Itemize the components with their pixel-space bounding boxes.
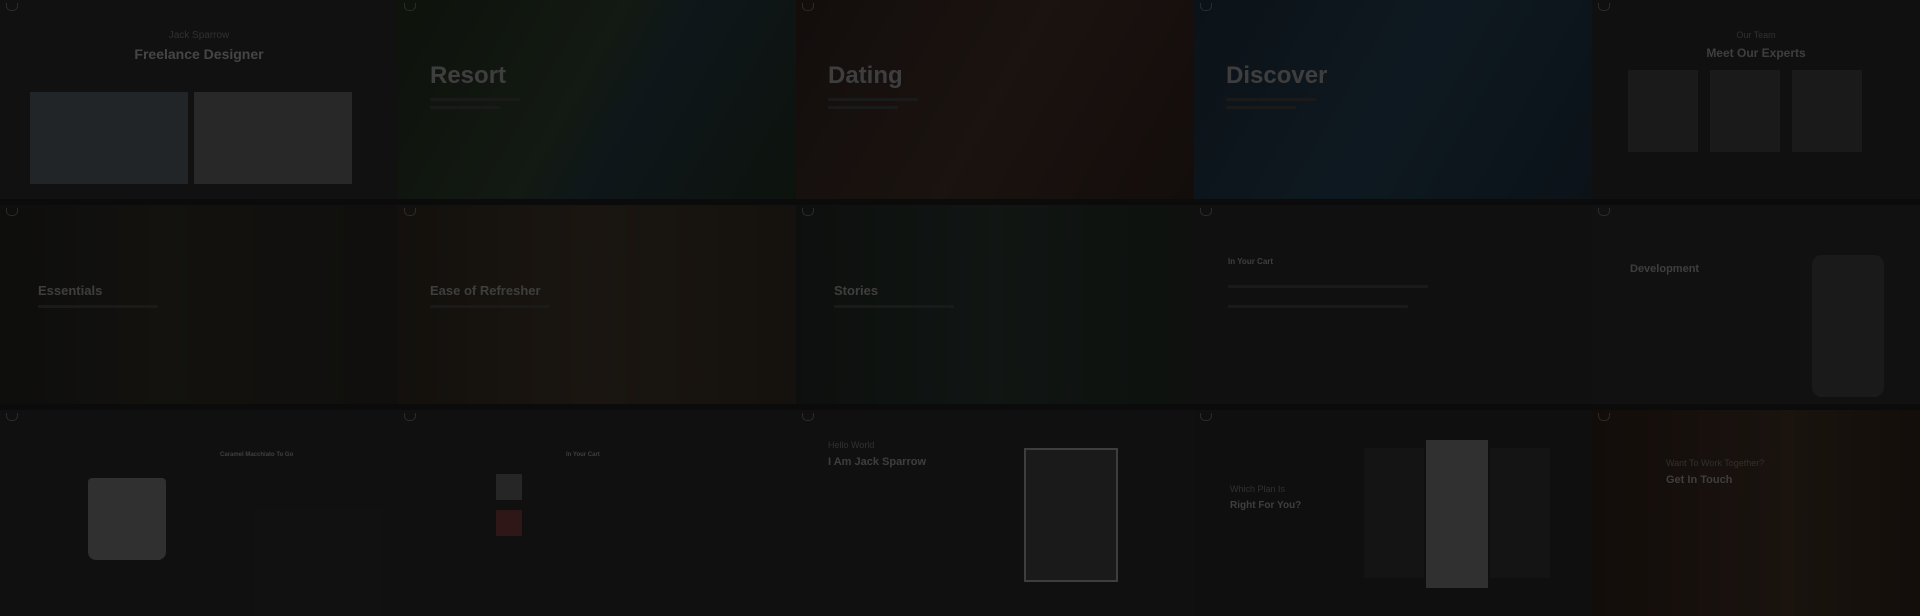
mug-image [88,478,166,560]
tile-title: Caramel Macchiato To Go [220,452,294,458]
tile-ease[interactable]: Ease of Refresher [398,205,796,404]
tile-topbar [0,0,398,14]
tile-kicker: Our Team [1736,30,1776,40]
tile-topbar [0,410,398,424]
tile-topbar [796,205,1194,219]
tile-portfolio[interactable]: Hello World I Am Jack Sparrow [796,410,1194,616]
tile-topbar [0,205,398,219]
tile-title: Discover [1226,62,1328,89]
tile-text-line [828,106,898,109]
team-portrait [1628,70,1698,152]
tile-topbar [1592,410,1920,424]
tile-text-line [828,98,918,101]
tile-topbar [796,0,1194,14]
tile-kicker: Which Plan Is [1230,484,1286,494]
phone-mockup [1812,255,1884,397]
logo-icon [1598,3,1610,11]
logo-icon [802,3,814,11]
tile-text-line [430,106,500,109]
tile-mug[interactable]: Caramel Macchiato To Go [0,410,398,616]
logo-icon [802,413,814,421]
tile-development[interactable]: Development [1592,205,1920,404]
tile-topbar [1194,205,1592,219]
tile-contact[interactable]: Want To Work Together? Get In Touch [1592,410,1920,616]
tile-kicker: Want To Work Together? [1666,458,1765,468]
tile-text-line [1226,106,1296,109]
tile-topbar [1194,410,1592,424]
logo-icon [802,208,814,216]
tile-pricing[interactable]: Which Plan Is Right For You? [1194,410,1592,616]
tile-title: Stories [834,283,879,298]
team-portrait [1792,70,1862,152]
tile-kicker: Hello World [828,440,875,450]
team-portrait [1710,70,1780,152]
tile-freelance[interactable]: Jack Sparrow Freelance Designer [0,0,398,199]
logo-icon [6,413,18,421]
tile-title: Meet Our Experts [1706,46,1806,60]
tile-text-line [1228,285,1428,288]
tile-title: Dating [828,62,903,89]
tile-title: Essentials [38,283,103,298]
theme-preview-mosaic: Jack Sparrow Freelance Designer Resort D… [0,0,1920,616]
logo-icon [6,3,18,11]
tile-text-line [430,98,520,101]
tile-cart[interactable]: In Your Cart [1194,205,1592,404]
tile-title: In Your Cart [1228,257,1274,266]
pricing-card-featured [1426,440,1488,588]
tile-text-line [1228,305,1408,308]
tile-essentials[interactable]: Essentials [0,205,398,404]
portrait-frame [1024,448,1118,582]
tile-title: Freelance Designer [134,46,264,62]
mockup-image-cards [30,92,188,184]
logo-icon [1200,208,1212,216]
tile-text-line [1226,98,1316,101]
tile-dating[interactable]: Dating [796,0,1194,199]
tile-text-line [38,305,158,308]
logo-icon [1598,208,1610,216]
tile-kicker: Jack Sparrow [168,30,230,41]
tile-title: Get In Touch [1666,474,1733,486]
tile-topbar [398,410,796,424]
tile-stories[interactable]: Stories [796,205,1194,404]
mockup-image-business-cards [194,92,352,184]
pricing-card [1490,448,1550,578]
logo-icon [1200,3,1212,11]
tile-title: Development [1630,263,1700,275]
logo-icon [1200,413,1212,421]
tile-title: Right For You? [1230,500,1302,511]
tile-topbar [398,205,796,219]
tile-resort[interactable]: Resort [398,0,796,199]
tile-topbar [1194,0,1592,14]
tile-topbar [1592,0,1920,14]
tile-topbar [796,410,1194,424]
tile-title: I Am Jack Sparrow [828,456,927,468]
pricing-card [1364,448,1424,578]
tile-title: Resort [430,62,507,89]
logo-icon [6,208,18,216]
tile-text-line [834,305,954,308]
tile-team[interactable]: Our Team Meet Our Experts [1592,0,1920,199]
logo-icon [1598,413,1610,421]
product-thumb [496,510,522,536]
tile-cart-2[interactable]: In Your Cart [398,410,796,616]
tile-title: In Your Cart [566,452,600,458]
tile-text-line [430,305,550,308]
tile-title: Ease of Refresher [430,283,541,298]
logo-icon [404,3,416,11]
tile-topbar [1592,205,1920,219]
product-thumb [496,474,522,500]
tile-topbar [398,0,796,14]
tile-discover[interactable]: Discover [1194,0,1592,199]
logo-icon [404,413,416,421]
logo-icon [404,208,416,216]
